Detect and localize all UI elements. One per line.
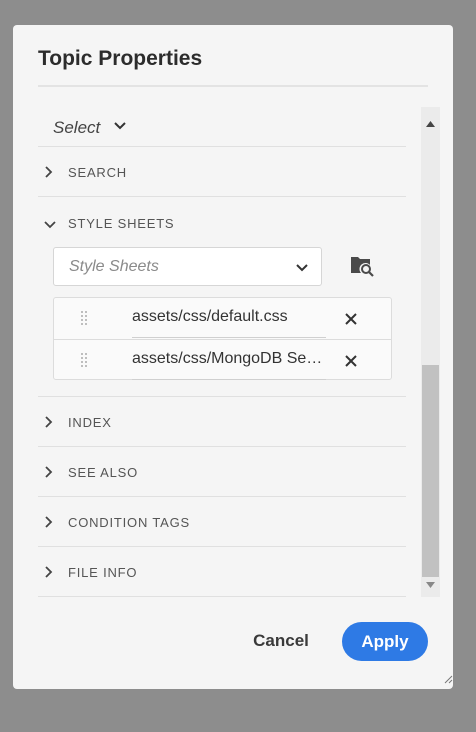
- section-label: FILE INFO: [68, 565, 138, 580]
- style-sheets-dropdown[interactable]: Style Sheets: [53, 247, 322, 286]
- list-item: assets/css/default.css: [54, 298, 391, 339]
- title-divider: [38, 85, 428, 87]
- scroll-up-arrow-icon[interactable]: [426, 114, 435, 132]
- style-sheets-placeholder: Style Sheets: [69, 258, 159, 275]
- chevron-down-icon: [113, 118, 127, 136]
- section-see-also[interactable]: SEE ALSO: [38, 447, 406, 497]
- chevron-right-icon: [44, 415, 54, 434]
- scrollbar-thumb[interactable]: [422, 365, 439, 577]
- style-sheets-list: assets/css/default.css assets/css/MongoD…: [53, 297, 392, 380]
- folder-search-icon[interactable]: [350, 253, 374, 277]
- style-sheet-path[interactable]: assets/css/MongoDB Server: [132, 350, 326, 380]
- drag-handle-icon[interactable]: [80, 310, 88, 333]
- cancel-button[interactable]: Cancel: [243, 623, 319, 659]
- select-dropdown[interactable]: Select: [38, 107, 406, 147]
- resize-handle-icon[interactable]: [443, 671, 453, 689]
- section-label[interactable]: STYLE SHEETS: [68, 216, 174, 231]
- chevron-right-icon: [44, 515, 54, 534]
- section-label: SEARCH: [68, 165, 127, 180]
- drag-handle-icon[interactable]: [80, 352, 88, 375]
- list-item: assets/css/MongoDB Server: [54, 339, 391, 380]
- scroll-down-arrow-icon[interactable]: [426, 575, 435, 593]
- close-icon[interactable]: [345, 354, 357, 372]
- scrollbar[interactable]: [421, 107, 440, 597]
- chevron-down-icon[interactable]: [43, 217, 57, 235]
- section-condition-tags[interactable]: CONDITION TAGS: [38, 497, 406, 547]
- section-file-info[interactable]: FILE INFO: [38, 547, 406, 597]
- section-style-sheets: STYLE SHEETS Style Sheets assets/css/def…: [38, 197, 406, 397]
- topic-properties-dialog: Topic Properties Select SEARCH STYLE SHE…: [13, 25, 453, 689]
- section-label: CONDITION TAGS: [68, 515, 190, 530]
- properties-panel: Select SEARCH STYLE SHEETS Style Sheets: [38, 107, 428, 597]
- section-index[interactable]: INDEX: [38, 397, 406, 447]
- chevron-right-icon: [44, 465, 54, 484]
- chevron-right-icon: [44, 565, 54, 584]
- style-sheet-path[interactable]: assets/css/default.css: [132, 308, 326, 338]
- close-icon[interactable]: [345, 312, 357, 330]
- apply-button[interactable]: Apply: [342, 622, 428, 661]
- section-label: INDEX: [68, 415, 112, 430]
- section-search[interactable]: SEARCH: [38, 147, 406, 197]
- chevron-down-icon: [295, 260, 309, 278]
- section-label: SEE ALSO: [68, 465, 138, 480]
- select-label: Select: [53, 118, 101, 137]
- dialog-title: Topic Properties: [38, 47, 203, 70]
- chevron-right-icon: [44, 165, 54, 184]
